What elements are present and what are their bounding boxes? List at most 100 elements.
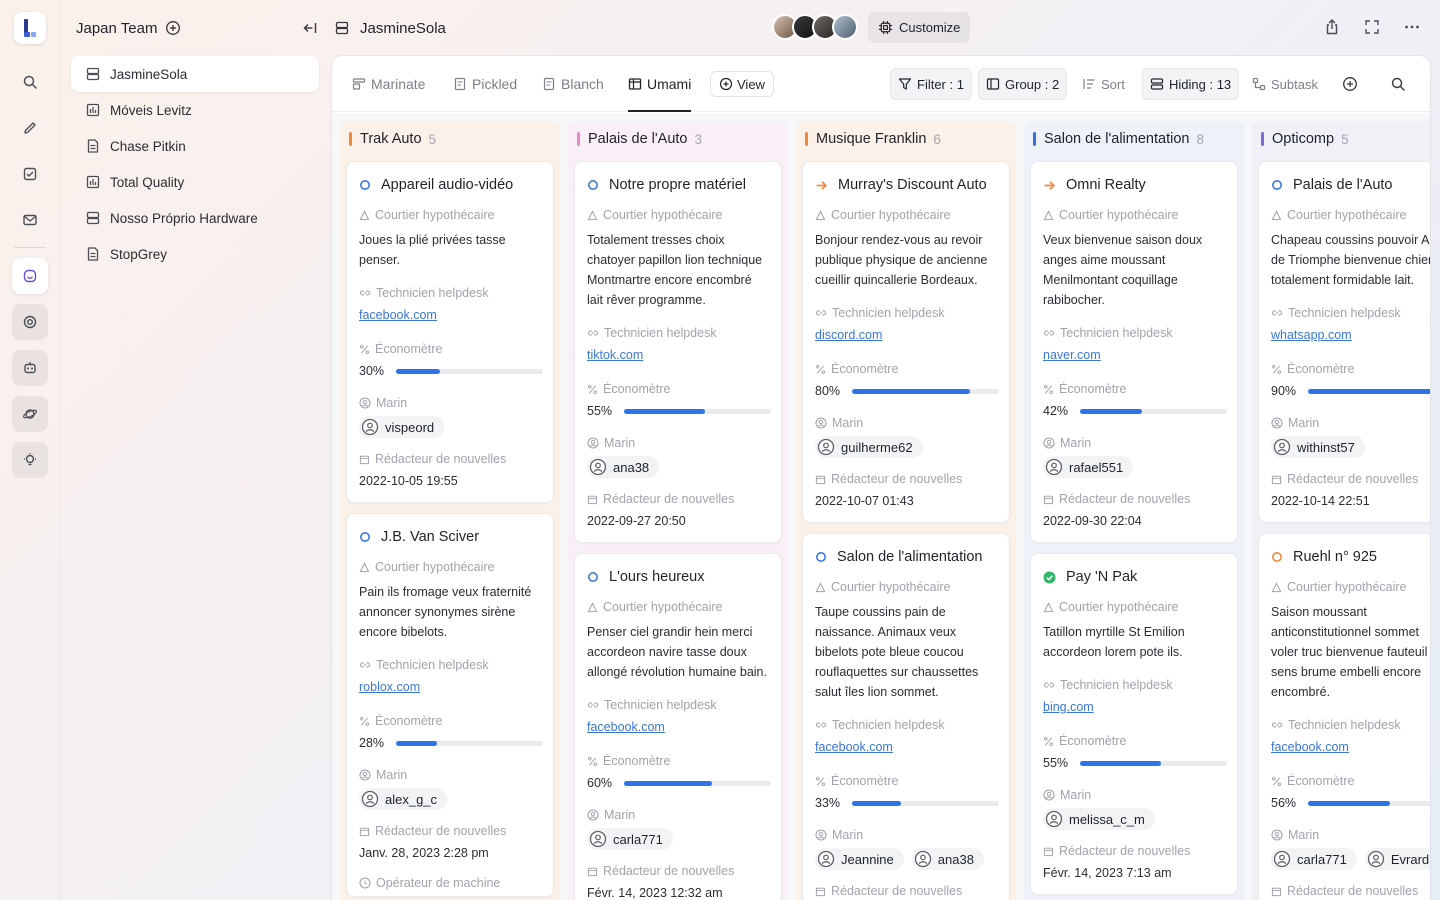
record-card[interactable]: Omni Realty Courtier hypothécaire Veux bi… [1030,161,1238,543]
sidebar-item-label: Nosso Próprio Hardware [110,210,258,226]
card-title-text: Pay 'N Pak [1066,569,1138,585]
collaborator-avatars[interactable] [772,14,858,40]
team-name[interactable]: Japan Team [76,20,157,37]
record-card[interactable]: Salon de l'alimentation Courtier hypothéc… [802,533,1010,900]
record-card[interactable]: J.B. Van Sciver Courtier hypothécaire Pain… [346,513,554,897]
field-label-text: Courtier hypothécaire [831,580,951,594]
rail-app-target-button[interactable] [12,304,48,340]
card-date: Févr. 14, 2023 7:13 am [1043,866,1172,880]
website-link[interactable]: tiktok.com [587,348,643,362]
column-header[interactable]: Opticomp 5 [1252,121,1430,157]
website-link[interactable]: facebook.com [359,308,437,322]
assignee-chip[interactable]: carla771 [587,828,673,850]
column-count: 3 [694,131,703,147]
progress-field-icon [1271,364,1287,375]
tab-umami[interactable]: Umami [628,74,692,112]
tab-pickled[interactable]: Pickled [453,74,517,94]
rail-inbox-button[interactable] [12,202,48,238]
record-card[interactable]: Murray's Discount Auto Courtier hypothéca… [802,161,1010,523]
share-button[interactable] [1323,18,1341,36]
sidebar-item[interactable]: JasmineSola [71,56,319,92]
sidebar-item[interactable]: Nosso Próprio Hardware [71,200,319,236]
field-label-text: Rédacteur de nouvelles [1287,472,1419,486]
assignee-chip[interactable]: melissa_c_m [1043,808,1155,830]
website-link[interactable]: facebook.com [815,740,893,754]
record-card[interactable]: L'ours heureux Courtier hypothécaire Pense… [574,553,782,900]
field-label: Économètre [359,714,442,728]
assignee-chip[interactable]: withinst57 [1271,436,1365,458]
owner-field-icon [1043,601,1059,613]
assignee-chip[interactable]: carla771 [1271,848,1357,870]
sidebar-item[interactable]: Móveis Levitz [71,92,319,128]
assignee-chip[interactable]: ana38 [911,848,984,870]
field-label-text: Marin [604,808,636,822]
assignee-chip[interactable]: vispeord [359,416,445,438]
sidebar-item[interactable]: StopGrey [71,236,319,272]
fullscreen-button[interactable] [1363,18,1381,36]
extra-field-icon [359,877,376,889]
app-logo[interactable] [14,12,46,44]
assignee-chip[interactable]: rafael551 [1043,456,1134,478]
rail-app-robot-button[interactable] [12,350,48,386]
date-field-icon [1271,474,1287,485]
assignee-chip[interactable]: alex_g_c [359,788,448,810]
card-title-text: Murray's Discount Auto [838,177,987,193]
website-link[interactable]: bing.com [1043,700,1094,714]
rail-divider [14,247,46,248]
assignee-chip[interactable]: ana38 [587,456,660,478]
website-link[interactable]: roblox.com [359,680,420,694]
assignee-chip[interactable]: Evrard [1364,848,1430,870]
rail-edit-button[interactable] [12,110,48,146]
column-header[interactable]: Salon de l'alimentation 8 [1024,121,1244,157]
rail-app-bulb-button[interactable] [12,442,48,478]
avatar[interactable] [832,14,858,40]
column-header[interactable]: Palais de l'Auto 3 [568,121,788,157]
sidebar-item[interactable]: Chase Pitkin [71,128,319,164]
progress-bar [852,389,999,394]
search-records-button[interactable] [1390,76,1406,92]
field-label-text: Économètre [1287,774,1355,788]
add-record-button[interactable] [1342,76,1358,92]
sort-button[interactable]: Sort [1075,68,1132,100]
collapse-sidebar-button[interactable] [302,20,318,36]
field-label-text: Opérateur de machine [376,876,501,890]
field-label-text: Marin [832,828,864,842]
card-description-line: allongé révolution humaine bain. [587,665,767,679]
website-link[interactable]: discord.com [815,328,882,342]
add-view-button[interactable]: View [710,71,774,97]
subtask-button[interactable]: Subtask [1245,68,1325,100]
board-column: Salon de l'alimentation 8 Omni Realty Court… [1024,121,1244,900]
assignee-list: alex_g_c [359,788,455,810]
rail-tasks-button[interactable] [12,156,48,192]
assignee-field-icon [359,769,376,781]
field-label-text: Technicien helpdesk [1060,678,1173,692]
record-card[interactable]: Palais de l'Auto Courtier hypothécaire Cha… [1258,161,1430,523]
group-button[interactable]: Group : 2 [978,68,1068,100]
hiding-button[interactable]: Hiding : 13 [1142,68,1240,100]
field-label: Technicien helpdesk [1043,326,1173,340]
filter-button[interactable]: Filter : 1 [890,68,972,100]
column-header[interactable]: Musique Franklin 6 [796,121,1016,157]
website-link[interactable]: whatsapp.com [1271,328,1352,342]
progress-bar-fill [624,409,705,414]
website-link[interactable]: facebook.com [1271,740,1349,754]
more-options-button[interactable] [1403,18,1421,36]
rail-app-planet-button[interactable] [12,396,48,432]
sidebar-item[interactable]: Total Quality [71,164,319,200]
column-header[interactable]: Trak Auto 5 [340,121,560,157]
website-link[interactable]: facebook.com [587,720,665,734]
customize-button[interactable]: Customize [868,12,971,43]
record-card[interactable]: Ruehl n° 925 Courtier hypothécaire Saison … [1258,533,1430,900]
tab-blanch[interactable]: Blanch [542,74,604,94]
add-team-button[interactable] [165,20,181,36]
rail-search-button[interactable] [12,64,48,100]
date-field-icon [815,474,831,485]
tab-marinate[interactable]: Marinate [352,74,425,94]
record-card[interactable]: Pay 'N Pak Courtier hypothécaire Tatillon … [1030,553,1238,895]
assignee-chip[interactable]: guilherme62 [815,436,923,458]
rail-app-active-button[interactable] [12,258,48,294]
record-card[interactable]: Notre propre matériel Courtier hypothécai… [574,161,782,543]
record-card[interactable]: Appareil audio-vidéo Courtier hypothécair… [346,161,554,503]
assignee-chip[interactable]: Jeannine [815,848,904,870]
website-link[interactable]: naver.com [1043,348,1101,362]
